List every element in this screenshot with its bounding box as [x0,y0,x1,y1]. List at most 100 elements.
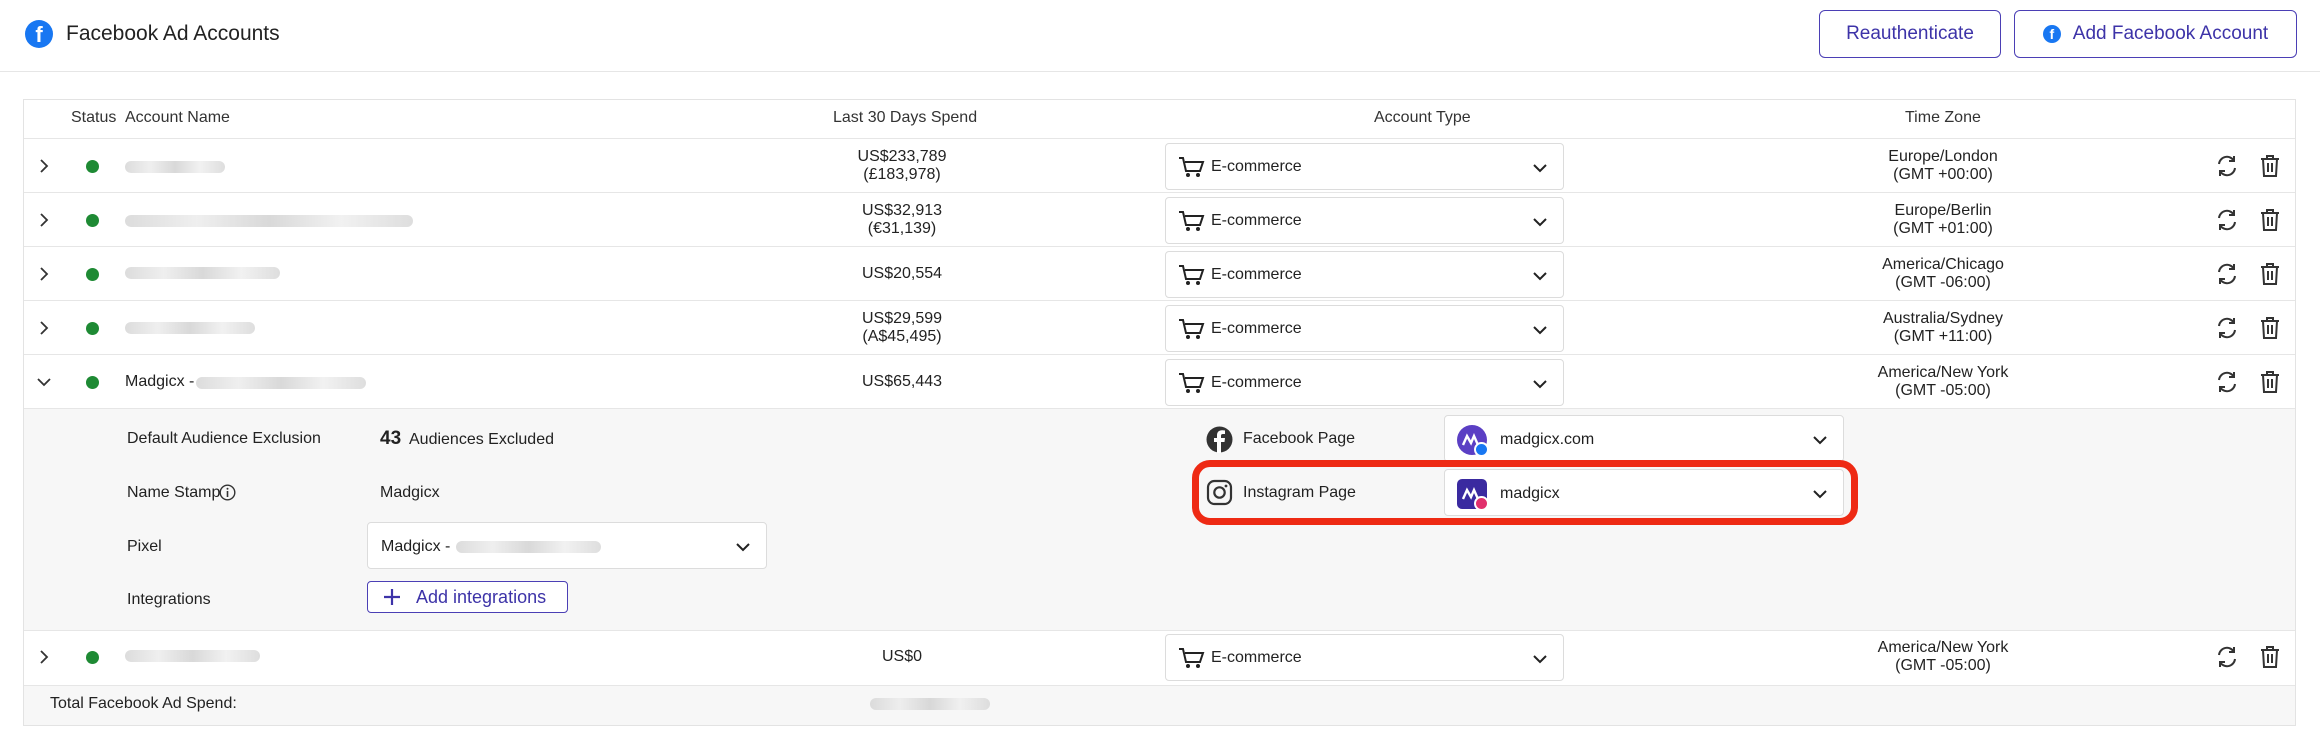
integrations-label: Integrations [127,591,211,608]
chevron-down-icon [1533,380,1547,389]
status-active-dot [86,651,99,664]
row-divider [24,138,2295,139]
chevron-down-icon [1533,164,1547,173]
column-header-time-zone: Time Zone [1905,109,1981,126]
trash-icon[interactable] [2258,208,2282,232]
chevron-down-icon [1813,436,1827,445]
add-integrations-label: Add integrations [416,586,547,607]
trash-icon[interactable] [2258,370,2282,394]
audience-exclusion-label: Default Audience Exclusion [127,430,321,447]
spend-value: US$29,599 [861,310,943,327]
status-active-dot [86,376,99,389]
facebook-page-value: madgicx.com [1500,431,1595,448]
redacted-total-value [870,698,990,710]
row-divider [24,354,2295,355]
refresh-icon[interactable] [2215,262,2239,286]
pixel-label: Pixel [127,538,162,555]
facebook-page-select[interactable]: madgicx.com [1444,415,1844,462]
timezone-offset: (GMT +11:00) [1893,328,1993,345]
timezone-offset: (GMT -05:00) [1895,382,1991,399]
account-type-label: E-commerce [1211,266,1302,283]
facebook-page-icon [1206,426,1233,453]
trash-icon[interactable] [2258,262,2282,286]
expand-chevron-icon[interactable] [36,266,52,282]
facebook-logo-icon: f [25,20,53,48]
refresh-icon[interactable] [2215,316,2239,340]
expand-chevron-icon[interactable] [36,212,52,228]
account-type-select[interactable]: E-commerce [1165,359,1564,406]
column-header-account-type: Account Type [1374,109,1471,126]
spend-value: US$233,789 [857,148,947,165]
pixel-value: Madgicx - [381,538,451,555]
redacted-account-name [125,322,255,334]
expand-chevron-icon[interactable] [36,320,52,336]
redacted-account-name [196,377,366,389]
refresh-icon[interactable] [2215,208,2239,232]
redacted-account-name [125,650,260,662]
add-facebook-account-button[interactable]: f Add Facebook Account [2014,10,2297,58]
expand-chevron-icon[interactable] [36,158,52,174]
row-divider [24,192,2295,193]
redacted-account-name [125,267,280,279]
name-stamp-label: Name Stamp [127,484,221,501]
cart-icon [1179,265,1205,285]
trash-icon[interactable] [2258,154,2282,178]
add-integrations-button[interactable]: Add integrations [367,581,568,613]
account-type-label: E-commerce [1211,212,1302,229]
timezone-offset: (GMT +01:00) [1893,220,1993,237]
account-type-label: E-commerce [1211,320,1302,337]
timezone-offset: (GMT +00:00) [1893,166,1993,183]
column-header-spend: Last 30 Days Spend [833,109,978,126]
account-details-panel [24,409,2295,630]
timezone-value: Australia/Sydney [1882,310,2004,327]
expand-chevron-icon[interactable] [36,649,52,665]
reauthenticate-button[interactable]: Reauthenticate [1819,10,2001,58]
spend-value: US$0 [881,648,923,665]
cart-icon [1179,373,1205,393]
total-spend-label: Total Facebook Ad Spend: [50,695,237,712]
timezone-value: America/Chicago [1882,256,2004,273]
chevron-down-icon [1533,272,1547,281]
account-type-label: E-commerce [1211,649,1302,666]
status-active-dot [86,322,99,335]
timezone-value: Europe/Berlin [1894,202,1992,219]
trash-icon[interactable] [2258,645,2282,669]
spend-value: US$65,443 [861,373,943,390]
account-type-select[interactable]: E-commerce [1165,634,1564,681]
plus-icon [384,589,400,605]
info-icon[interactable] [219,484,236,501]
row-divider [24,630,2295,631]
trash-icon[interactable] [2258,316,2282,340]
audience-excluded-label: Audiences Excluded [409,431,554,448]
highlight-annotation [1192,460,1858,525]
refresh-icon[interactable] [2215,370,2239,394]
spend-local-value: (£183,978) [863,166,941,183]
cart-icon [1179,648,1205,668]
timezone-value: America/New York [1877,639,2009,656]
refresh-icon[interactable] [2215,154,2239,178]
chevron-down-icon [1533,655,1547,664]
column-header-status: Status [71,109,117,126]
account-type-label: E-commerce [1211,374,1302,391]
page-header: f Facebook Ad Accounts Reauthenticate f … [0,0,2320,72]
collapse-chevron-icon[interactable] [36,374,52,390]
name-stamp-value: Madgicx [380,484,440,501]
status-active-dot [86,160,99,173]
redacted-account-name [125,215,413,227]
spend-local-value: (A$45,495) [862,328,942,345]
page-title: Facebook Ad Accounts [66,22,280,45]
account-type-select[interactable]: E-commerce [1165,305,1564,352]
redacted-pixel-name [456,541,601,553]
account-type-select[interactable]: E-commerce [1165,143,1564,190]
pixel-select[interactable]: Madgicx - [367,522,767,569]
account-type-select[interactable]: E-commerce [1165,251,1564,298]
status-active-dot [86,214,99,227]
page-avatar [1457,425,1489,457]
cart-icon [1179,319,1205,339]
chevron-down-icon [1533,218,1547,227]
total-row [24,686,2295,725]
refresh-icon[interactable] [2215,645,2239,669]
spend-value: US$32,913 [861,202,943,219]
account-type-label: E-commerce [1211,158,1302,175]
account-type-select[interactable]: E-commerce [1165,197,1564,244]
